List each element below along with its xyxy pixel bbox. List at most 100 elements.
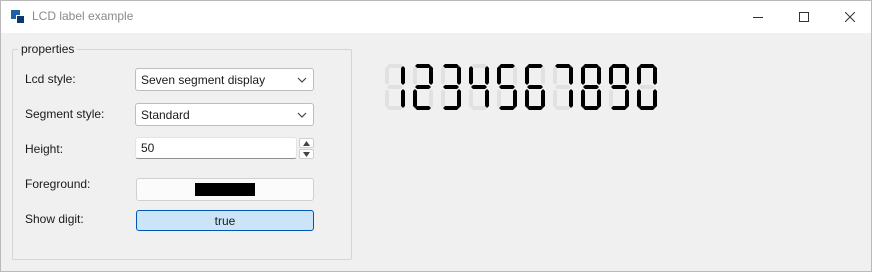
lcd-segment-a (499, 64, 515, 68)
lcd-segment-g (415, 85, 431, 89)
lcd-segment-g (387, 85, 403, 89)
lcd-segment-g (611, 85, 627, 89)
lcd-digit-8 (581, 64, 601, 110)
show-digit-toggle-button[interactable]: true (136, 210, 314, 231)
lcd-style-label: Lcd style: (25, 72, 76, 86)
lcd-segment-d (583, 106, 599, 110)
segment-style-value: Standard (141, 108, 190, 122)
lcd-segment-f (413, 66, 417, 85)
lcd-segment-d (611, 106, 627, 110)
height-label: Height: (25, 142, 64, 156)
lcd-segment-e (385, 89, 389, 108)
lcd-segment-d (387, 106, 403, 110)
lcd-segment-f (469, 66, 473, 85)
lcd-style-value: Seven segment display (141, 73, 266, 87)
minimize-icon (753, 16, 763, 18)
lcd-segment-d (443, 106, 459, 110)
close-button[interactable] (827, 1, 872, 32)
lcd-segment-c (457, 89, 461, 108)
lcd-segment-a (387, 64, 403, 68)
lcd-segment-a (471, 64, 487, 68)
maximize-button[interactable] (781, 1, 827, 32)
lcd-segment-c (569, 89, 573, 108)
lcd-segment-e (553, 89, 557, 108)
lcd-digit-7 (553, 64, 573, 110)
chevron-up-icon (303, 140, 310, 146)
lcd-digit-2 (413, 64, 433, 110)
lcd-segment-g (583, 85, 599, 89)
lcd-segment-e (413, 89, 417, 108)
segment-style-combobox[interactable]: Standard (135, 103, 314, 126)
lcd-segment-b (401, 66, 405, 85)
lcd-segment-c (541, 89, 545, 108)
lcd-segment-f (609, 66, 613, 85)
height-increment-button[interactable] (299, 138, 314, 148)
lcd-digit-9 (609, 64, 629, 110)
lcd-segment-g (471, 85, 487, 89)
lcd-segment-b (457, 66, 461, 85)
chevron-down-icon (303, 151, 310, 157)
height-input[interactable] (135, 137, 297, 159)
lcd-segment-b (541, 66, 545, 85)
segment-style-label: Segment style: (25, 107, 105, 121)
lcd-style-combobox[interactable]: Seven segment display (135, 68, 314, 91)
lcd-segment-c (597, 89, 601, 108)
chevron-down-icon (297, 112, 307, 118)
lcd-digit-1 (385, 64, 405, 110)
properties-group-label: properties (18, 42, 78, 56)
height-decrement-button[interactable] (299, 149, 314, 159)
app-icon (11, 10, 25, 24)
lcd-segment-g (527, 85, 543, 89)
lcd-digit-3 (441, 64, 461, 110)
lcd-segment-a (611, 64, 627, 68)
lcd-segment-e (469, 89, 473, 108)
lcd-segment-g (639, 85, 655, 89)
maximize-icon (799, 11, 809, 22)
lcd-segment-g (555, 85, 571, 89)
lcd-segment-d (555, 106, 571, 110)
lcd-segment-e (581, 89, 585, 108)
lcd-segment-d (527, 106, 543, 110)
lcd-segment-g (443, 85, 459, 89)
lcd-digit-5 (497, 64, 517, 110)
foreground-color-button[interactable] (136, 178, 314, 201)
lcd-segment-a (415, 64, 431, 68)
main-window: LCD label example properties Lcd style: … (0, 0, 872, 272)
lcd-segment-c (485, 89, 489, 108)
lcd-segment-d (499, 106, 515, 110)
lcd-segment-a (583, 64, 599, 68)
window-title: LCD label example (32, 9, 134, 23)
lcd-segment-f (385, 66, 389, 85)
lcd-segment-b (653, 66, 657, 85)
foreground-color-swatch (195, 183, 255, 196)
chevron-down-icon (297, 77, 307, 83)
lcd-segment-f (581, 66, 585, 85)
lcd-segment-d (639, 106, 655, 110)
lcd-segment-f (497, 66, 501, 85)
lcd-segment-a (443, 64, 459, 68)
minimize-button[interactable] (735, 1, 781, 32)
lcd-segment-e (609, 89, 613, 108)
lcd-segment-f (553, 66, 557, 85)
lcd-segment-b (485, 66, 489, 85)
close-icon (845, 11, 855, 22)
lcd-segment-a (555, 64, 571, 68)
lcd-segment-b (597, 66, 601, 85)
show-digit-label: Show digit: (25, 212, 84, 226)
lcd-segment-e (525, 89, 529, 108)
foreground-label: Foreground: (25, 177, 91, 191)
lcd-digit-0 (637, 64, 657, 110)
title-bar[interactable]: LCD label example (1, 1, 871, 33)
lcd-segment-a (639, 64, 655, 68)
lcd-segment-b (513, 66, 517, 85)
lcd-segment-f (441, 66, 445, 85)
lcd-segment-d (415, 106, 431, 110)
lcd-segment-b (429, 66, 433, 85)
lcd-segment-f (525, 66, 529, 85)
lcd-segment-b (569, 66, 573, 85)
lcd-segment-c (653, 89, 657, 108)
lcd-segment-a (527, 64, 543, 68)
lcd-segment-e (637, 89, 641, 108)
lcd-segment-d (471, 106, 487, 110)
lcd-segment-f (637, 66, 641, 85)
